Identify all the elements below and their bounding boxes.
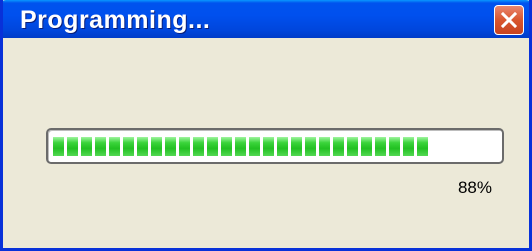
progress-block (249, 137, 260, 156)
progress-block (347, 137, 358, 156)
progress-block (417, 137, 428, 156)
progress-block (263, 137, 274, 156)
progress-block (53, 137, 64, 156)
progress-block (193, 137, 204, 156)
progress-block (221, 137, 232, 156)
progress-block (235, 137, 246, 156)
progress-block (333, 137, 344, 156)
progress-block (95, 137, 106, 156)
close-icon (500, 11, 518, 29)
progress-bar (46, 128, 504, 164)
progress-block (389, 137, 400, 156)
programming-dialog: Programming... 88% (0, 0, 532, 251)
progress-block (137, 137, 148, 156)
progress-block (165, 137, 176, 156)
window-title: Programming... (20, 6, 211, 34)
close-button[interactable] (494, 5, 524, 35)
progress-fill (53, 137, 428, 156)
title-bar[interactable]: Programming... (3, 0, 529, 38)
progress-block (361, 137, 372, 156)
progress-block (123, 137, 134, 156)
progress-block (207, 137, 218, 156)
progress-block (375, 137, 386, 156)
progress-block (291, 137, 302, 156)
progress-block (151, 137, 162, 156)
progress-block (109, 137, 120, 156)
progress-percent-label: 88% (457, 178, 492, 197)
progress-block (319, 137, 330, 156)
progress-block (277, 137, 288, 156)
progress-block (305, 137, 316, 156)
progress-block (403, 137, 414, 156)
progress-block (81, 137, 92, 156)
progress-block (179, 137, 190, 156)
progress-block (67, 137, 78, 156)
